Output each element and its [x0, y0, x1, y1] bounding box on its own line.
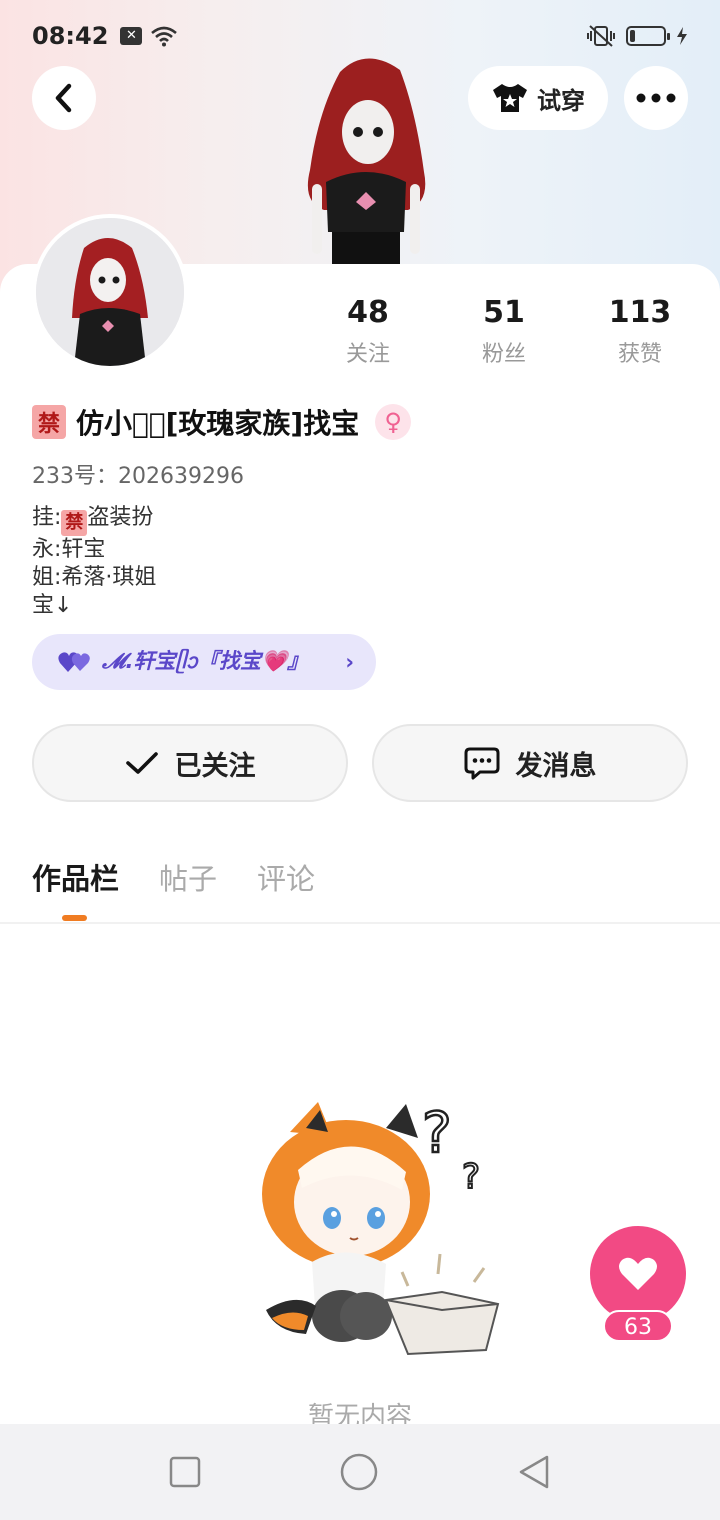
stat-following[interactable]: 48 关注: [300, 294, 436, 368]
stat-fans-value: 51: [483, 295, 525, 330]
like-button[interactable]: [590, 1226, 686, 1322]
active-tab-indicator: [62, 915, 87, 921]
recent-apps-icon[interactable]: [169, 1456, 201, 1488]
avatar[interactable]: [32, 214, 188, 370]
bio: 挂: 禁盗装扮 永:轩宝 姐:希落·琪姐 宝↓: [32, 504, 156, 620]
divider: [0, 922, 720, 924]
send-message-label: 发消息: [515, 750, 597, 782]
back-button[interactable]: [32, 66, 96, 130]
followed-label: 已关注: [174, 750, 256, 782]
double-heart-icon: [58, 652, 90, 672]
back-nav-icon[interactable]: [517, 1454, 551, 1490]
wifi-icon: [151, 26, 178, 47]
svg-text:?: ?: [462, 1157, 480, 1197]
svg-text:?: ?: [422, 1101, 452, 1166]
heart-icon: [619, 1257, 657, 1290]
empty-state-illustration: ? ?: [262, 1100, 500, 1356]
stat-following-value: 48: [347, 295, 389, 330]
bio-line: 姐:希落·琪姐: [32, 565, 157, 590]
try-on-button[interactable]: 试穿: [468, 66, 608, 130]
user-id: 233号：202639296: [32, 464, 244, 489]
content-tabs: 作品栏 帖子 评论: [32, 856, 315, 898]
profile-stats: 48 关注 51 粉丝 113 获赞: [300, 294, 720, 368]
ban-badge-inline: 禁: [61, 510, 88, 536]
avatar-full-figure: [307, 58, 426, 266]
female-gender-icon: ♀: [375, 404, 412, 440]
chevron-right-icon: ›: [345, 650, 354, 674]
stat-likes-value: 113: [608, 295, 672, 330]
nickname: 仿小鱼⃟[玫瑰家族]找宝: [76, 407, 360, 440]
more-options-button[interactable]: [624, 66, 688, 130]
stat-fans[interactable]: 51 粉丝: [436, 294, 572, 368]
check-icon: [125, 752, 158, 774]
ban-badge: 禁: [32, 405, 66, 439]
notification-icon: ✕: [120, 27, 143, 45]
home-icon[interactable]: [340, 1453, 378, 1491]
battery-icon: [626, 26, 670, 46]
bio-line: 挂: 禁盗装扮: [32, 504, 156, 536]
stat-likes[interactable]: 113 获赞: [572, 294, 708, 368]
status-time: 08:42: [32, 22, 109, 50]
family-tag-text: 𝓜.轩宝ᥫᩣ『找宝💗』: [102, 649, 309, 673]
send-message-button[interactable]: 发消息: [372, 724, 688, 802]
bio-line: 宝↓: [32, 593, 73, 618]
more-dots-icon: [636, 93, 676, 103]
try-on-label: 试穿: [537, 86, 585, 115]
bio-line: 永:轩宝: [32, 537, 106, 562]
system-navigation-bar: [0, 1424, 720, 1520]
stat-following-label: 关注: [345, 342, 390, 367]
tab-works[interactable]: 作品栏: [32, 856, 119, 898]
stat-likes-label: 获赞: [617, 342, 662, 367]
charging-icon: [677, 27, 687, 45]
avatar-image: [36, 218, 184, 366]
family-tag[interactable]: 𝓜.轩宝ᥫᩣ『找宝💗』 ›: [32, 634, 376, 690]
tab-comments[interactable]: 评论: [257, 856, 315, 898]
nickname-row: 禁 仿小鱼⃟[玫瑰家族]找宝 ♀: [32, 402, 412, 442]
vibrate-mute-icon: [587, 25, 615, 47]
chevron-left-icon: [55, 83, 72, 113]
message-bubble-icon: [464, 747, 499, 780]
followed-button[interactable]: 已关注: [32, 724, 348, 802]
stat-fans-label: 粉丝: [481, 342, 526, 367]
like-count: 63: [603, 1310, 673, 1342]
tab-posts[interactable]: 帖子: [159, 856, 217, 898]
tshirt-icon: [493, 84, 527, 112]
